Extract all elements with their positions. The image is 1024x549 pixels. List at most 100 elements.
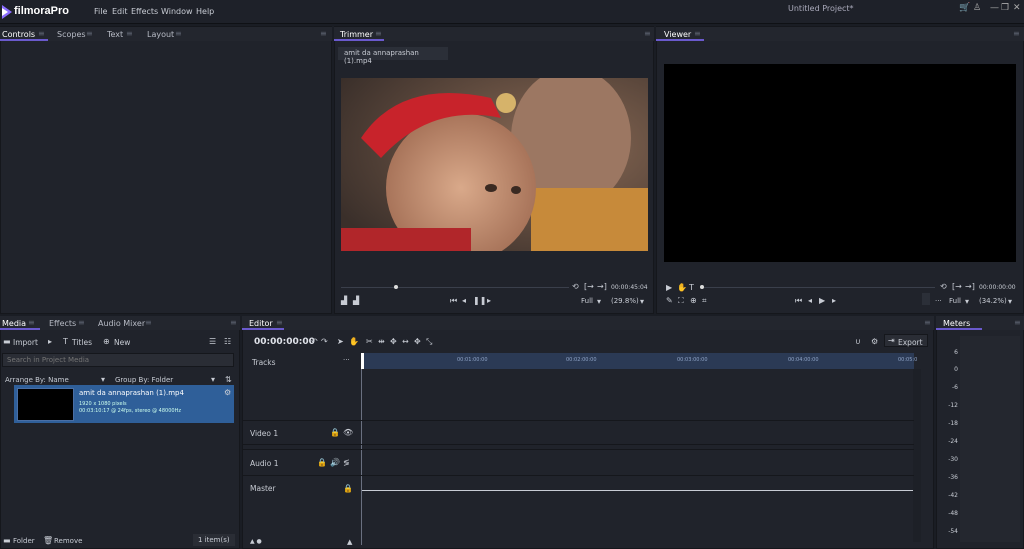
tab-text[interactable]: Text — [107, 30, 123, 39]
trimmer-zoom[interactable]: (29.8%) — [611, 297, 639, 305]
slide-icon[interactable]: ✥ — [390, 337, 397, 346]
frame-back-icon[interactable]: ◂ — [808, 296, 812, 305]
menu-icon[interactable]: ≡ — [86, 29, 93, 38]
eye-icon[interactable]: 👁 — [343, 428, 353, 437]
slip-icon[interactable]: ⇹ — [378, 337, 385, 346]
step-start-icon[interactable]: ⏮ — [450, 296, 457, 306]
mark-out-icon[interactable]: →] — [965, 282, 975, 291]
folder-button[interactable]: Folder — [13, 537, 35, 545]
menu-icon[interactable]: ≡ — [78, 318, 85, 327]
frame-back-icon[interactable]: ◂ — [462, 296, 466, 305]
timeline-scrollbar[interactable] — [913, 369, 921, 542]
play-icon[interactable]: ▶ — [819, 296, 825, 305]
zoom-in-icon[interactable]: ▲ — [347, 538, 352, 546]
text-tool-icon[interactable]: T — [689, 283, 694, 292]
titles-button[interactable]: Titles — [72, 338, 92, 347]
crop-icon[interactable]: ⌗ — [702, 296, 707, 306]
tab-scopes[interactable]: Scopes — [57, 30, 86, 39]
remove-button[interactable]: Remove — [54, 537, 82, 545]
panel-menu-icon[interactable]: ≡ — [1013, 29, 1020, 38]
viewer-playhead[interactable] — [700, 285, 704, 289]
menu-effects[interactable]: Effects — [131, 7, 158, 16]
razor-icon[interactable]: ✂ — [366, 337, 373, 346]
tab-viewer[interactable]: Viewer — [664, 30, 691, 39]
tab-controls[interactable]: Controls — [2, 30, 35, 39]
list-view-icon[interactable]: ☰ — [209, 337, 216, 346]
menu-icon[interactable]: ≡ — [276, 318, 283, 327]
lock-icon[interactable]: 🔒 — [330, 428, 340, 437]
gear-icon[interactable]: ⚙ — [224, 388, 231, 397]
ripple-icon[interactable]: ↔ — [402, 337, 409, 346]
menu-icon[interactable]: ≡ — [126, 29, 133, 38]
menu-help[interactable]: Help — [196, 7, 214, 16]
gear-icon[interactable]: ⚙ — [871, 337, 878, 346]
hand-tool-icon[interactable]: ✋ — [677, 283, 687, 292]
tab-editor[interactable]: Editor — [249, 319, 273, 328]
viewer-quality-select[interactable]: Full — [949, 297, 961, 305]
trimmer-scrubber[interactable] — [341, 287, 569, 288]
chevron-right-icon[interactable]: ▸ — [48, 337, 52, 346]
zoom-out-icon[interactable]: ▲ ● — [250, 538, 262, 545]
cart-icon[interactable]: 🛒 — [959, 3, 970, 13]
target-icon[interactable]: ⊕ — [690, 296, 697, 305]
lock-icon[interactable]: 🔒 — [343, 484, 353, 493]
menu-icon[interactable]: ≡ — [375, 29, 382, 38]
new-button[interactable]: New — [114, 338, 130, 347]
media-search-input[interactable] — [2, 353, 234, 367]
overwrite-clip-icon[interactable]: ▟ — [353, 296, 359, 305]
more-icon[interactable]: ··· — [935, 297, 942, 305]
trimmer-playhead[interactable] — [394, 285, 398, 289]
tab-effects[interactable]: Effects — [49, 319, 76, 328]
color-swatch[interactable] — [922, 293, 930, 305]
more-icon[interactable]: ··· — [343, 356, 350, 364]
minimize-icon[interactable]: — — [990, 3, 999, 13]
chevron-down-icon[interactable]: ▾ — [101, 375, 105, 384]
import-button[interactable]: Import — [13, 338, 38, 347]
trimmer-file-tab[interactable]: amit da annaprashan (1).mp4 — [338, 47, 448, 65]
grid-view-icon[interactable]: ☷ — [224, 337, 231, 346]
panel-menu-icon[interactable]: ≡ — [644, 29, 651, 38]
step-start-icon[interactable]: ⏮ — [795, 296, 802, 306]
loop-icon[interactable]: ⟲ — [572, 282, 579, 291]
redo-icon[interactable]: ↷ — [321, 337, 328, 346]
timeline-playhead[interactable] — [361, 353, 364, 369]
media-thumbnail[interactable] — [17, 388, 74, 421]
select-tool-icon[interactable]: ➤ — [337, 337, 344, 346]
mark-in-icon[interactable]: [→ — [584, 282, 594, 291]
close-icon[interactable]: ✕ — [1013, 3, 1021, 13]
magnet-icon[interactable]: ∪ — [855, 337, 861, 346]
panel-menu-icon[interactable]: ≡ — [924, 318, 931, 327]
maximize-icon[interactable]: ❐ — [1001, 3, 1009, 13]
mark-out-icon[interactable]: →] — [597, 282, 607, 291]
chevron-down-icon[interactable]: ▾ — [211, 375, 215, 384]
rate-stretch-icon[interactable]: ⤡ — [426, 337, 432, 347]
frame-forward-icon[interactable]: ▸ — [487, 296, 491, 305]
menu-window[interactable]: Window — [161, 7, 193, 16]
mark-in-icon[interactable]: [→ — [952, 282, 962, 291]
waveform-icon[interactable]: ≶ — [343, 458, 350, 467]
chevron-down-icon[interactable]: ▾ — [965, 297, 969, 306]
menu-icon[interactable]: ≡ — [28, 318, 35, 327]
transform-icon[interactable]: ⛶ — [678, 296, 684, 306]
loop-icon[interactable]: ⟲ — [940, 282, 947, 291]
menu-edit[interactable]: Edit — [112, 7, 128, 16]
timeline-ruler[interactable] — [362, 353, 914, 369]
menu-icon[interactable]: ≡ — [38, 29, 45, 38]
chevron-down-icon[interactable]: ▾ — [640, 297, 644, 306]
roll-icon[interactable]: ✥ — [414, 337, 421, 346]
menu-icon[interactable]: ≡ — [694, 29, 701, 38]
menu-icon[interactable]: ≡ — [145, 318, 152, 327]
viewer-canvas[interactable] — [664, 64, 1016, 262]
arrange-select[interactable]: Arrange By: Name — [5, 376, 69, 384]
lock-icon[interactable]: 🔒 — [317, 458, 327, 467]
undo-icon[interactable]: ↶ — [311, 337, 318, 346]
chevron-down-icon[interactable]: ▾ — [1008, 297, 1012, 306]
pause-icon[interactable]: ❚❚ — [473, 296, 486, 305]
menu-icon[interactable]: ≡ — [175, 29, 182, 38]
tab-media[interactable]: Media — [2, 319, 26, 328]
chevron-down-icon[interactable]: ▾ — [597, 297, 601, 306]
panel-menu-icon[interactable]: ≡ — [1014, 318, 1021, 327]
sort-icon[interactable]: ⇅ — [225, 375, 232, 384]
hand-tool-icon[interactable]: ✋ — [349, 337, 359, 346]
play-icon[interactable]: ▶ — [666, 283, 672, 292]
